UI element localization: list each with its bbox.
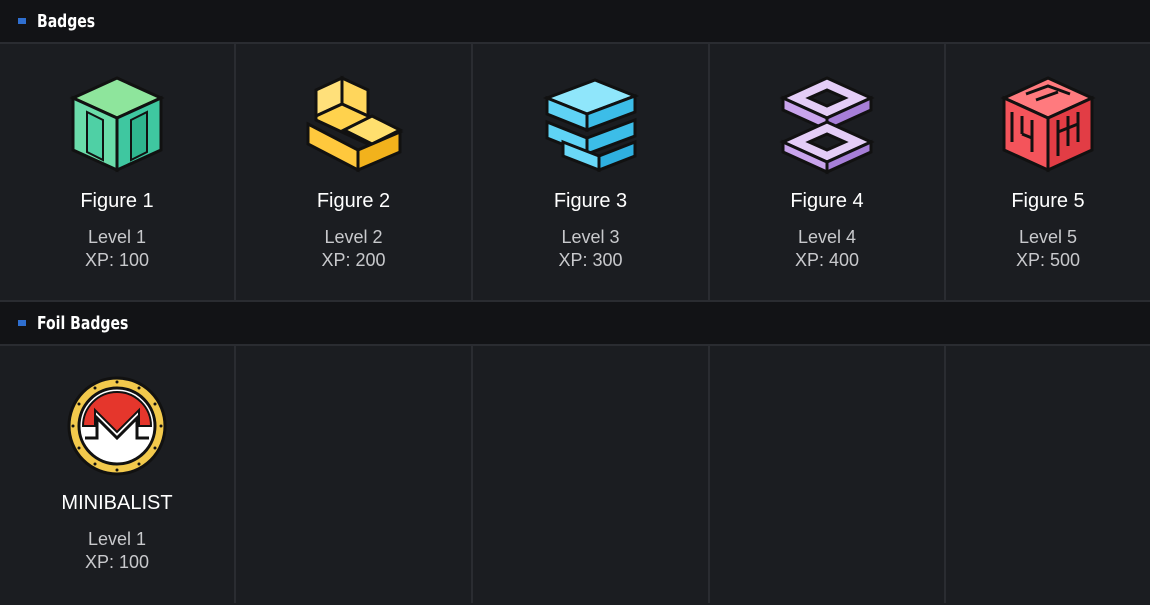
badge-card-figure-4[interactable]: Figure 4 Level 4 XP: 400 xyxy=(710,44,946,300)
badges-header: Badges xyxy=(0,0,1150,44)
badge-level: Level 4 xyxy=(797,227,857,247)
purple-block-icon xyxy=(779,76,875,175)
red-block-icon xyxy=(1000,76,1096,173)
foil-badges-section: Foil Badges MINIBALIST Level 1 XP: 100 xyxy=(0,302,1150,603)
badge-name: Figure 4 xyxy=(790,190,864,212)
foil-badges-header: Foil Badges xyxy=(0,302,1150,346)
badge-name: Figure 2 xyxy=(316,190,391,212)
badge-name: Figure 1 xyxy=(80,190,154,212)
badge-level: Level 5 xyxy=(1018,227,1078,247)
badge-level: Level 1 xyxy=(87,227,147,247)
badge-card-figure-1[interactable]: Figure 1 Level 1 XP: 100 xyxy=(0,44,236,300)
badge-name: Figure 3 xyxy=(553,190,628,212)
foil-badges-title: Foil Badges xyxy=(37,312,129,334)
green-block-icon xyxy=(69,76,165,173)
empty-badge-slot xyxy=(473,346,710,603)
badge-level: Level 1 xyxy=(87,529,147,549)
badge-card-figure-5[interactable]: Figure 5 Level 5 XP: 500 xyxy=(946,44,1150,300)
badge-card-minibalist[interactable]: MINIBALIST Level 1 XP: 100 xyxy=(0,346,236,603)
badges-grid: Figure 1 Level 1 XP: 100 Figure 2 Level … xyxy=(0,44,1150,302)
badge-xp: XP: 100 xyxy=(84,552,150,572)
blue-block-icon xyxy=(542,78,639,173)
badge-level: Level 2 xyxy=(324,227,383,247)
yellow-block-icon xyxy=(306,75,403,173)
badges-section: Badges Figure 1 Level 1 XP: 100 Figure 2… xyxy=(0,0,1150,302)
badge-xp: XP: 200 xyxy=(321,250,386,270)
badge-xp: XP: 500 xyxy=(1015,250,1081,270)
foil-badges-grid: MINIBALIST Level 1 XP: 100 xyxy=(0,346,1150,603)
badge-name: Figure 5 xyxy=(1011,190,1085,212)
monero-coin-icon xyxy=(67,376,167,476)
badge-xp: XP: 400 xyxy=(794,250,860,270)
section-marker xyxy=(18,18,26,24)
badge-name: MINIBALIST xyxy=(61,492,173,514)
badge-card-figure-3[interactable]: Figure 3 Level 3 XP: 300 xyxy=(473,44,710,300)
badge-xp: XP: 300 xyxy=(558,250,623,270)
badge-xp: XP: 100 xyxy=(84,250,150,270)
empty-badge-slot xyxy=(710,346,946,603)
section-marker xyxy=(18,320,26,326)
empty-badge-slot xyxy=(236,346,473,603)
badges-title: Badges xyxy=(37,10,96,32)
empty-badge-slot xyxy=(946,346,1150,603)
badge-level: Level 3 xyxy=(561,227,620,247)
badge-card-figure-2[interactable]: Figure 2 Level 2 XP: 200 xyxy=(236,44,473,300)
